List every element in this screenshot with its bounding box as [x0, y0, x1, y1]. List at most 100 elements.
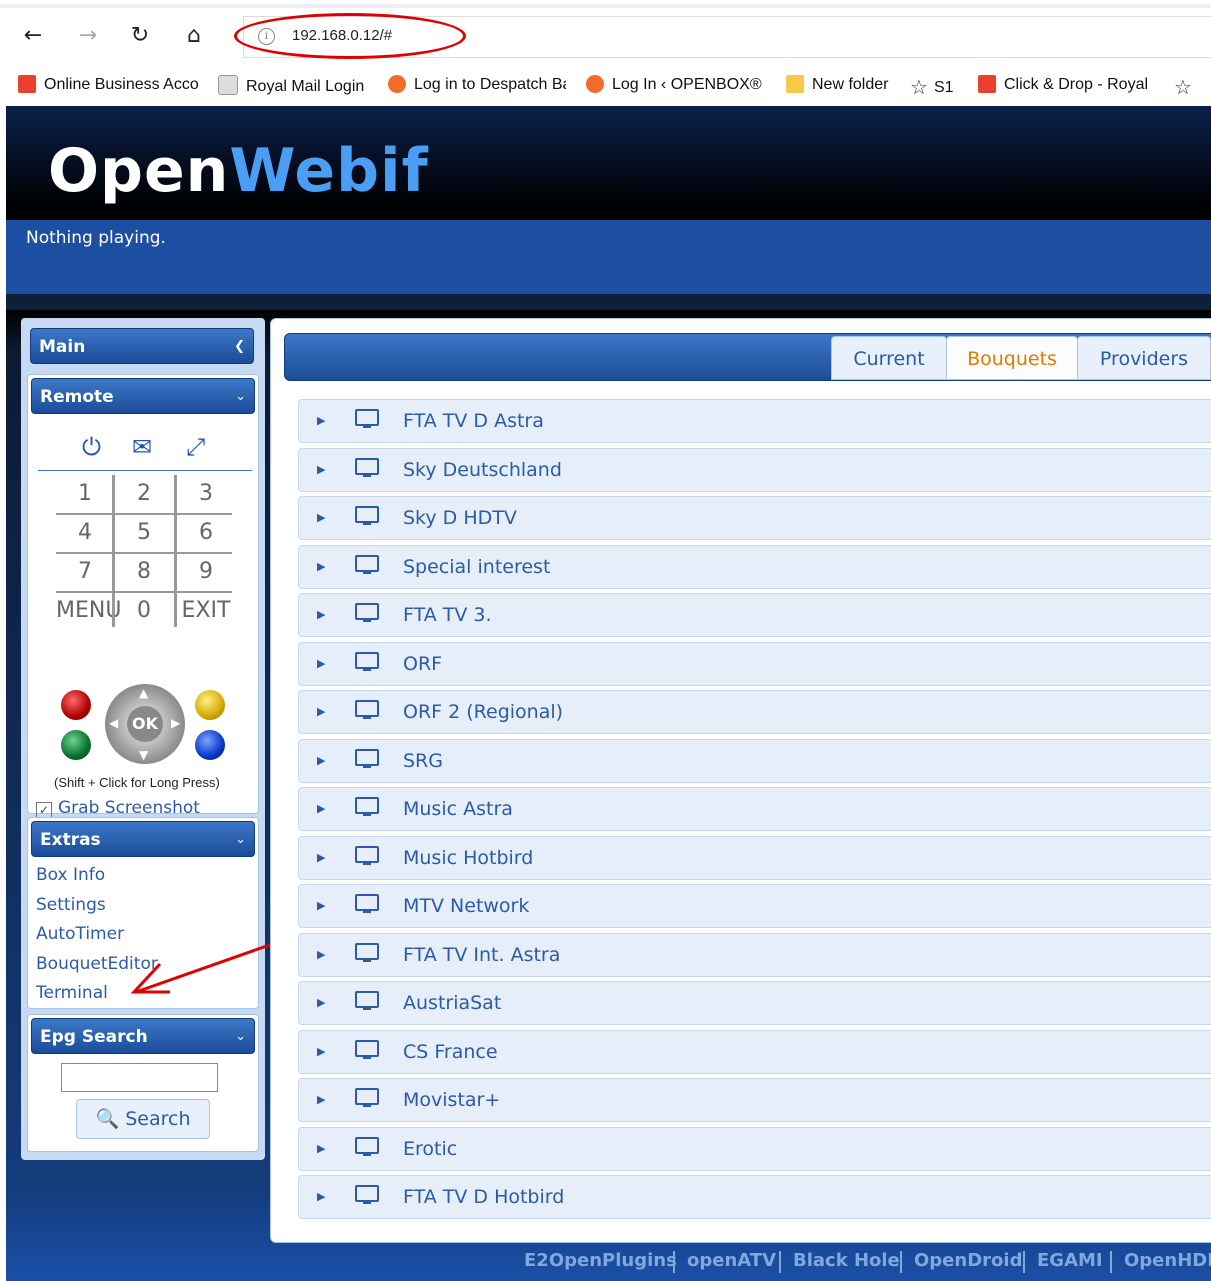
extras-header[interactable]: Extras ⌄ — [31, 821, 255, 857]
bouquet-row[interactable]: ▶ SRG — [298, 739, 1211, 783]
bouquet-name[interactable]: Special interest — [403, 556, 550, 578]
expand-arrow-icon[interactable]: ▶ — [317, 560, 325, 573]
bouquet-name[interactable]: AustriaSat — [403, 992, 501, 1014]
bouquet-name[interactable]: Erotic — [403, 1138, 457, 1160]
bouquet-name[interactable]: SRG — [403, 750, 443, 772]
key-exit[interactable]: EXIT — [177, 592, 235, 630]
footer-link[interactable]: OpenHDF — [1124, 1250, 1211, 1271]
expand-arrow-icon[interactable]: ▶ — [317, 463, 325, 476]
down-arrow-icon[interactable]: ▼ — [139, 748, 148, 762]
bouquet-name[interactable]: Music Hotbird — [403, 847, 533, 869]
expand-arrow-icon[interactable]: ▶ — [317, 414, 325, 427]
ok-button[interactable]: OK — [127, 706, 163, 742]
footer-link[interactable]: EGAMI — [1037, 1250, 1103, 1271]
bookmark-item[interactable]: Royal Mail Login — [218, 75, 364, 96]
expand-arrow-icon[interactable]: ▶ — [317, 511, 325, 524]
bouquet-row[interactable]: ▶ CS France — [298, 1030, 1211, 1074]
tab-bouquets[interactable]: Bouquets — [946, 336, 1078, 380]
bookmark-item[interactable]: Log in to Despatch Ba — [388, 75, 566, 94]
bouquet-name[interactable]: ORF 2 (Regional) — [403, 701, 563, 723]
autotimer-link[interactable]: AutoTimer — [36, 924, 124, 944]
bouquet-row[interactable]: ▶ Movistar+ — [298, 1078, 1211, 1122]
bouquet-row[interactable]: ▶ FTA TV 3. — [298, 593, 1211, 637]
epg-search-button[interactable]: 🔍 Search — [76, 1099, 210, 1139]
bouquet-row[interactable]: ▶ AustriaSat — [298, 981, 1211, 1025]
green-button[interactable] — [61, 730, 91, 760]
footer-link[interactable]: Black Hole — [793, 1250, 900, 1271]
expand-arrow-icon[interactable]: ▶ — [317, 1045, 325, 1058]
fullscreen-icon[interactable]: ⤢ — [186, 433, 205, 461]
epg-search-input[interactable] — [61, 1063, 218, 1092]
expand-arrow-icon[interactable]: ▶ — [317, 754, 325, 767]
bouquet-name[interactable]: FTA TV D Astra — [403, 410, 544, 432]
forward-arrow-icon[interactable]: → — [74, 22, 102, 50]
bouquet-name[interactable]: Movistar+ — [403, 1089, 500, 1111]
bouquet-name[interactable]: Sky Deutschland — [403, 459, 562, 481]
bouquet-row[interactable]: ▶ ORF — [298, 642, 1211, 686]
bouquet-row[interactable]: ▶ FTA TV D Astra — [298, 399, 1211, 443]
bouquet-row[interactable]: ▶ Sky D HDTV — [298, 496, 1211, 540]
blue-button[interactable] — [195, 730, 225, 760]
bouquet-row[interactable]: ▶ Music Astra — [298, 787, 1211, 831]
expand-arrow-icon[interactable]: ▶ — [317, 608, 325, 621]
bouquet-name[interactable]: FTA TV Int. Astra — [403, 944, 560, 966]
reload-icon[interactable]: ↻ — [126, 22, 154, 50]
bouquet-name[interactable]: Music Astra — [403, 798, 513, 820]
tab-current[interactable]: Current — [831, 336, 947, 380]
key-9[interactable]: 9 — [177, 553, 235, 591]
red-button[interactable] — [61, 690, 91, 720]
key-0[interactable]: 0 — [115, 592, 173, 630]
bouquet-row[interactable]: ▶ Music Hotbird — [298, 836, 1211, 880]
right-arrow-icon[interactable]: ▶ — [171, 716, 180, 730]
bookmark-item[interactable]: Click & Drop - Royal — [978, 75, 1148, 94]
home-icon[interactable]: ⌂ — [180, 22, 208, 50]
remote-header[interactable]: Remote ⌄ — [31, 378, 255, 414]
bouquet-name[interactable]: Sky D HDTV — [403, 507, 517, 529]
expand-arrow-icon[interactable]: ▶ — [317, 1142, 325, 1155]
bookmark-item[interactable]: New folder — [786, 75, 888, 94]
epg-search-header[interactable]: Epg Search ⌄ — [31, 1018, 255, 1054]
bouquet-name[interactable]: CS France — [403, 1041, 498, 1063]
power-icon[interactable]: ⏻ — [82, 433, 101, 461]
expand-arrow-icon[interactable]: ▶ — [317, 1093, 325, 1106]
expand-arrow-icon[interactable]: ▶ — [317, 1190, 325, 1203]
bouquet-name[interactable]: FTA TV 3. — [403, 604, 492, 626]
expand-arrow-icon[interactable]: ▶ — [317, 657, 325, 670]
up-arrow-icon[interactable]: ▲ — [139, 686, 148, 700]
key-1[interactable]: 1 — [56, 475, 114, 513]
expand-arrow-icon[interactable]: ▶ — [317, 705, 325, 718]
settings-link[interactable]: Settings — [36, 895, 106, 915]
bouquet-row[interactable]: ▶ FTA TV Int. Astra — [298, 933, 1211, 977]
key-2[interactable]: 2 — [115, 475, 173, 513]
bookmark-item[interactable]: ☆ — [1174, 75, 1198, 100]
footer-link[interactable]: E2OpenPlugins — [524, 1250, 677, 1271]
left-arrow-icon[interactable]: ◀ — [109, 716, 118, 730]
bouquet-name[interactable]: ORF — [403, 653, 442, 675]
bouquet-name[interactable]: MTV Network — [403, 895, 529, 917]
expand-arrow-icon[interactable]: ▶ — [317, 948, 325, 961]
checkbox-checked-icon[interactable]: ✓ — [36, 802, 52, 818]
back-arrow-icon[interactable]: ← — [19, 22, 47, 50]
bouquet-name[interactable]: FTA TV D Hotbird — [403, 1186, 564, 1208]
bookmark-item[interactable]: ☆ S1 — [910, 75, 954, 100]
bouquet-row[interactable]: ▶ MTV Network — [298, 884, 1211, 928]
key-6[interactable]: 6 — [177, 514, 235, 552]
terminal-link[interactable]: Terminal — [36, 983, 108, 1003]
expand-arrow-icon[interactable]: ▶ — [317, 899, 325, 912]
main-menu-header[interactable]: Main ❮ — [30, 328, 254, 364]
tab-providers[interactable]: Providers — [1077, 336, 1211, 380]
key-8[interactable]: 8 — [115, 553, 173, 591]
expand-arrow-icon[interactable]: ▶ — [317, 996, 325, 1009]
key-3[interactable]: 3 — [177, 475, 235, 513]
footer-link[interactable]: openATV — [687, 1250, 776, 1271]
bouquet-row[interactable]: ▶ FTA TV D Hotbird — [298, 1175, 1211, 1219]
bouquet-row[interactable]: ▶ Sky Deutschland — [298, 448, 1211, 492]
bookmark-item[interactable]: Log In ‹ OPENBOX® — [586, 75, 762, 94]
bouquet-row[interactable]: ▶ Special interest — [298, 545, 1211, 589]
message-icon[interactable]: ✉ — [132, 433, 152, 461]
bouquet-row[interactable]: ▶ Erotic — [298, 1127, 1211, 1171]
footer-link[interactable]: OpenDroid — [914, 1250, 1022, 1271]
bouquet-row[interactable]: ▶ ORF 2 (Regional) — [298, 690, 1211, 734]
bookmark-item[interactable]: Online Business Acco — [18, 75, 199, 94]
key-menu[interactable]: MENU — [56, 592, 121, 630]
